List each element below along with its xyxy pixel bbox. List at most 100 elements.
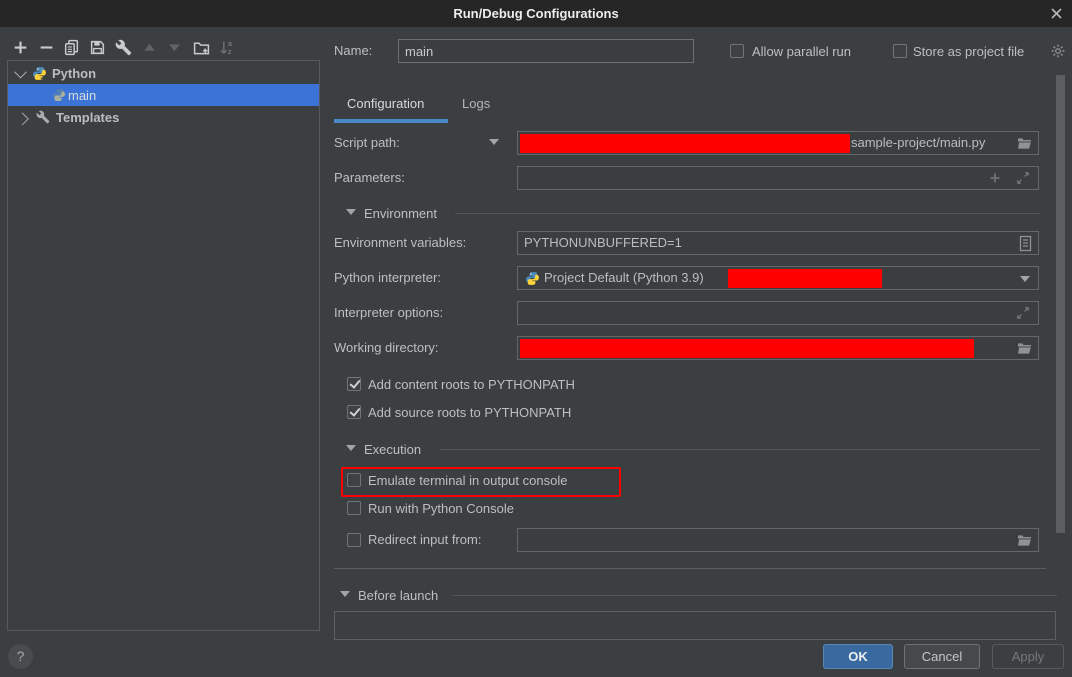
execution-collapse-caret-icon[interactable] (346, 445, 356, 451)
execution-section-header: Execution (364, 442, 421, 457)
working-directory-label: Working directory: (334, 340, 439, 355)
plus-icon[interactable] (988, 171, 1002, 185)
sort-az-icon: a z (219, 39, 236, 56)
script-path-label: Script path: (334, 135, 400, 150)
help-icon: ? (17, 648, 25, 664)
redaction-overlay (520, 339, 974, 358)
chevron-down-icon[interactable] (1020, 276, 1030, 282)
add-source-roots-label: Add source roots to PYTHONPATH (368, 405, 571, 420)
before-launch-collapse-caret-icon[interactable] (340, 591, 350, 597)
save-icon (89, 39, 106, 56)
python-icon (32, 66, 47, 81)
environment-variables-label: Environment variables: (334, 235, 466, 250)
script-path-field[interactable]: sample-project/main.py (517, 131, 1039, 155)
store-as-project-file-checkbox[interactable] (893, 44, 907, 58)
wrench-icon (115, 39, 132, 56)
dialog-titlebar: Run/Debug Configurations (0, 0, 1072, 27)
tab-logs[interactable]: Logs (462, 96, 490, 111)
new-folder-icon (193, 39, 210, 56)
cancel-button[interactable]: Cancel (904, 644, 980, 669)
apply-button[interactable]: Apply (992, 644, 1064, 669)
allow-parallel-run-label: Allow parallel run (752, 44, 851, 59)
before-launch-section-header: Before launch (358, 588, 438, 603)
expand-icon[interactable] (1016, 306, 1030, 320)
python-interpreter-value: Project Default (Python 3.9) (544, 270, 704, 285)
copy-icon (63, 39, 80, 56)
redaction-overlay (728, 269, 882, 288)
arrow-down-icon (166, 39, 183, 56)
section-divider (440, 449, 1040, 450)
add-configuration-button[interactable] (12, 39, 29, 56)
content-divider (334, 568, 1046, 569)
interpreter-options-label: Interpreter options: (334, 305, 443, 320)
name-label: Name: (334, 43, 372, 58)
add-source-roots-checkbox[interactable] (347, 405, 361, 419)
environment-variables-field[interactable]: PYTHONUNBUFFERED=1 (517, 231, 1039, 255)
copy-configuration-button[interactable] (63, 39, 80, 56)
section-divider (452, 595, 1057, 596)
gear-icon[interactable] (1050, 43, 1066, 59)
tree-item-python[interactable]: Python (8, 62, 319, 84)
environment-collapse-caret-icon[interactable] (346, 209, 356, 215)
folder-icon[interactable] (1017, 534, 1032, 547)
python-icon (52, 88, 66, 102)
configurations-tree-panel: Python main Templates (7, 60, 320, 631)
redirect-input-label: Redirect input from: (368, 532, 481, 547)
help-button[interactable]: ? (8, 644, 33, 669)
section-divider (455, 213, 1040, 214)
expand-icon[interactable] (1016, 171, 1030, 185)
interpreter-options-field[interactable] (517, 301, 1039, 325)
python-icon (525, 271, 540, 286)
script-path-options-caret-icon[interactable] (489, 139, 499, 145)
tree-item-label: main (68, 88, 96, 103)
ok-button[interactable]: OK (823, 644, 893, 669)
close-button[interactable] (1050, 7, 1063, 20)
folder-icon[interactable] (1017, 342, 1032, 355)
active-tab-underline (334, 119, 448, 123)
plus-icon (12, 39, 29, 56)
emulate-terminal-label: Emulate terminal in output console (368, 473, 567, 488)
dialog-title: Run/Debug Configurations (453, 6, 618, 21)
parameters-label: Parameters: (334, 170, 405, 185)
redirect-input-field[interactable] (517, 528, 1039, 552)
minus-icon (38, 39, 55, 56)
vertical-scrollbar[interactable] (1056, 75, 1065, 533)
redirect-input-checkbox[interactable] (347, 533, 361, 547)
script-path-value: sample-project/main.py (851, 135, 985, 150)
run-with-python-console-label: Run with Python Console (368, 501, 514, 516)
browse-variables-icon[interactable] (1019, 235, 1032, 252)
run-with-python-console-checkbox[interactable] (347, 501, 361, 515)
chevron-down-icon[interactable] (14, 65, 27, 78)
tab-configuration[interactable]: Configuration (347, 96, 424, 111)
sort-alphabetically-button[interactable]: a z (219, 39, 236, 56)
emulate-terminal-checkbox[interactable] (347, 473, 361, 487)
name-input[interactable] (398, 39, 694, 63)
close-icon (1050, 7, 1063, 20)
tree-item-main[interactable]: main (8, 84, 319, 106)
move-down-button[interactable] (166, 39, 183, 56)
new-folder-button[interactable] (193, 39, 210, 56)
svg-text:a: a (228, 41, 232, 48)
redaction-overlay (520, 134, 850, 153)
parameters-field[interactable] (517, 166, 1039, 190)
allow-parallel-run-checkbox[interactable] (730, 44, 744, 58)
remove-configuration-button[interactable] (38, 39, 55, 56)
edit-templates-button[interactable] (115, 39, 132, 56)
move-up-button[interactable] (141, 39, 158, 56)
add-content-roots-label: Add content roots to PYTHONPATH (368, 377, 575, 392)
working-directory-field[interactable] (517, 336, 1039, 360)
svg-text:z: z (228, 49, 232, 56)
chevron-right-icon[interactable] (16, 112, 29, 125)
before-launch-task-list[interactable] (334, 611, 1056, 640)
arrow-up-icon (141, 39, 158, 56)
python-interpreter-label: Python interpreter: (334, 270, 441, 285)
run-debug-configurations-dialog: Run/Debug Configurations (0, 0, 1072, 677)
environment-variables-value: PYTHONUNBUFFERED=1 (524, 235, 682, 250)
tree-item-templates[interactable]: Templates (8, 106, 319, 128)
python-interpreter-combobox[interactable]: Project Default (Python 3.9) (517, 266, 1039, 290)
tree-item-label: Python (52, 66, 96, 81)
add-content-roots-checkbox[interactable] (347, 377, 361, 391)
folder-icon[interactable] (1017, 137, 1032, 150)
tree-item-label: Templates (56, 110, 119, 125)
save-configuration-button[interactable] (89, 39, 106, 56)
